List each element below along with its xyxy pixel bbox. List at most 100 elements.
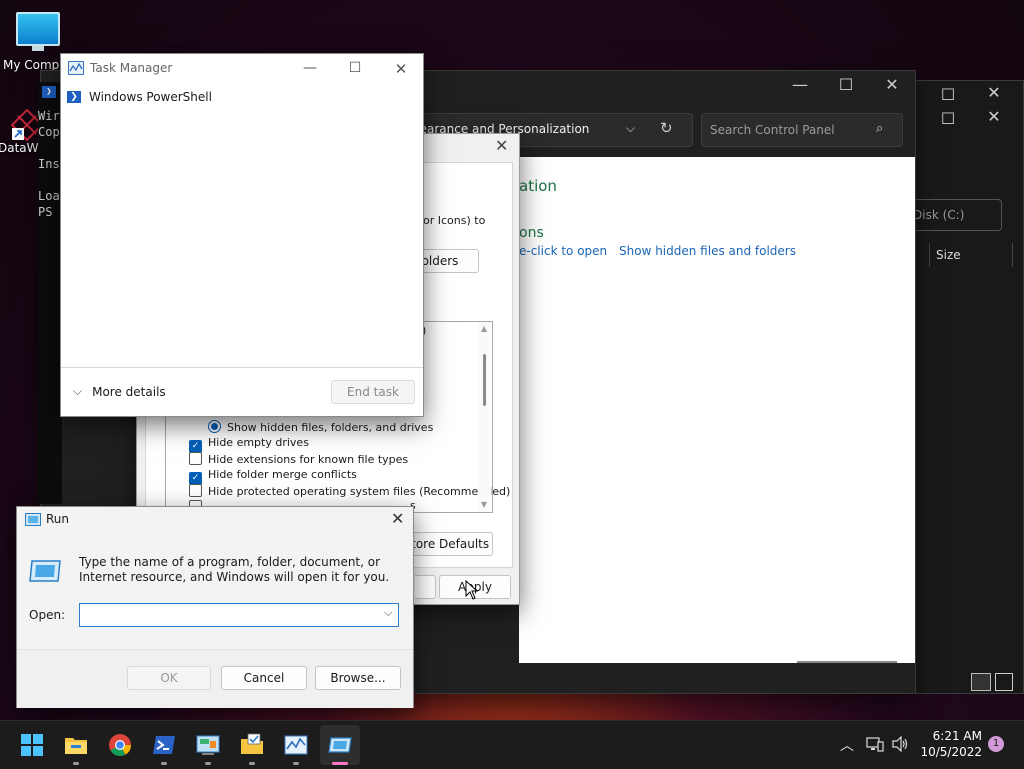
drive-label: Disk (C:) xyxy=(913,208,965,222)
end-task-label: End task xyxy=(347,385,399,399)
close-icon[interactable]: ✕ xyxy=(877,75,907,94)
window-title: Run xyxy=(46,512,70,526)
ok-button[interactable]: OK xyxy=(127,666,211,690)
cancel-button[interactable]: Cancel xyxy=(221,666,307,690)
chrome-icon[interactable] xyxy=(108,733,132,757)
close-icon[interactable]: ✕ xyxy=(979,83,1009,102)
powershell-icon: ❯ xyxy=(67,91,81,103)
folder-options-icon[interactable] xyxy=(240,733,264,757)
footer-divider xyxy=(61,367,423,368)
link-click-to-open[interactable]: e-click to open xyxy=(519,244,607,258)
scroll-up-icon[interactable]: ▲ xyxy=(481,324,487,333)
volume-icon[interactable] xyxy=(892,736,910,752)
run-description: Type the name of a program, folder, docu… xyxy=(79,555,390,584)
more-details-toggle[interactable]: ⌵ More details xyxy=(73,384,166,399)
minimize-icon[interactable]: — xyxy=(295,60,325,76)
search-control-panel-input[interactable]: Search Control Panel ⌕ xyxy=(701,113,903,147)
console-output: Wir Cop Ins Loa PS xyxy=(38,108,60,220)
option-hide-empty-drives[interactable]: ✓ Hide empty drives xyxy=(189,436,309,453)
search-placeholder: Search Control Panel xyxy=(710,123,835,137)
chevron-down-icon[interactable]: ⌵ xyxy=(626,121,635,136)
file-explorer-icon[interactable] xyxy=(64,733,88,757)
checkbox-unchecked-icon[interactable] xyxy=(189,484,202,497)
tiles-view-icon[interactable] xyxy=(995,673,1013,691)
checkbox-unchecked-icon[interactable] xyxy=(189,452,202,465)
restore-defaults-button[interactable]: store Defaults xyxy=(401,532,493,556)
console-line: Loa xyxy=(38,189,60,203)
minimize-icon[interactable]: — xyxy=(785,75,815,94)
option-label: Hide extensions for known file types xyxy=(208,453,409,466)
console-line: Ins xyxy=(38,157,60,171)
details-view-icon[interactable] xyxy=(971,673,991,691)
running-indicator xyxy=(205,762,211,765)
option-hide-extensions[interactable]: Hide extensions for known file types xyxy=(189,452,408,466)
end-task-button[interactable]: End task xyxy=(331,380,415,404)
list-scrollbar[interactable]: ▲ ▼ xyxy=(478,322,491,512)
computer-icon xyxy=(16,12,60,51)
start-windows-icon[interactable] xyxy=(20,733,44,757)
console-line: PS xyxy=(38,205,53,219)
run-taskbar-icon[interactable] xyxy=(328,733,352,757)
more-details-label: More details xyxy=(92,384,166,399)
control-panel-content: ation ons e-click to open Show hidden fi… xyxy=(519,157,915,663)
chevron-down-icon[interactable]: ⌵ xyxy=(384,606,392,620)
refresh-icon[interactable]: ↻ xyxy=(660,119,673,137)
option-hide-merge-conflicts[interactable]: ✓ Hide folder merge conflicts xyxy=(189,468,357,485)
run-dialog[interactable]: Run ✕ Type the name of a program, folder… xyxy=(16,506,414,708)
powershell-window[interactable]: ❯ Wir Cop Ins Loa PS xyxy=(38,82,62,504)
scroll-thumb[interactable] xyxy=(483,354,486,406)
cancel-button-partial[interactable] xyxy=(415,575,436,599)
restore-defaults-label: store Defaults xyxy=(404,537,490,551)
clock[interactable]: 6:21 AM 10/5/2022 xyxy=(918,728,982,760)
taskbar: ︿ 6:21 AM 10/5/2022 1 xyxy=(0,720,1024,769)
network-icon[interactable] xyxy=(866,736,884,752)
run-button-bar: OK Cancel Browse... xyxy=(17,649,413,708)
radio-selected-icon[interactable] xyxy=(208,420,221,433)
apply-to-folders-label: olders xyxy=(421,254,459,268)
task-manager-taskbar-icon[interactable] xyxy=(284,733,308,757)
section-heading: ons xyxy=(519,225,544,241)
notification-count: 1 xyxy=(992,738,1000,749)
drive-search-box[interactable]: Disk (C:) xyxy=(913,199,1002,231)
option-hide-protected-files[interactable]: Hide protected operating system files (R… xyxy=(189,484,510,498)
running-indicator xyxy=(293,762,299,765)
maximize-icon[interactable]: ☐ xyxy=(340,60,370,76)
column-header-size[interactable]: Size xyxy=(929,243,1013,267)
close-icon[interactable]: ✕ xyxy=(391,509,404,528)
link-show-hidden-files[interactable]: Show hidden files and folders xyxy=(619,244,796,258)
close-icon[interactable]: ✕ xyxy=(386,60,416,78)
maximize-icon[interactable]: ☐ xyxy=(933,109,963,128)
open-label: Open: xyxy=(29,608,66,622)
open-combobox[interactable]: ⌵ xyxy=(79,603,399,627)
clock-time: 6:21 AM xyxy=(932,729,982,743)
scrollbar[interactable] xyxy=(797,661,897,663)
notification-badge[interactable]: 1 xyxy=(988,736,1004,752)
active-indicator xyxy=(332,762,348,765)
running-indicator xyxy=(161,762,167,765)
powershell-taskbar-icon[interactable] xyxy=(152,733,176,757)
console-line: Wir xyxy=(38,109,60,123)
powershell-icon: ❯ xyxy=(42,86,56,98)
close-icon[interactable]: ✕ xyxy=(979,107,1009,126)
process-row[interactable]: ❯ Windows PowerShell xyxy=(67,90,212,104)
control-panel-icon[interactable] xyxy=(196,733,220,757)
search-icon[interactable]: ⌕ xyxy=(876,121,883,136)
ok-label: OK xyxy=(160,671,178,685)
option-label: Hide empty drives xyxy=(208,436,309,449)
close-icon[interactable]: ✕ xyxy=(495,136,508,155)
open-input[interactable] xyxy=(82,606,376,624)
run-icon xyxy=(25,513,41,526)
browse-label: Browse... xyxy=(330,671,386,685)
page-heading: ation xyxy=(519,177,557,195)
task-manager-window[interactable]: Task Manager — ☐ ✕ ❯ Windows PowerShell … xyxy=(60,53,424,417)
window-title: Task Manager xyxy=(90,61,173,75)
console-line: Cop xyxy=(38,125,60,139)
process-name: Windows PowerShell xyxy=(89,90,212,104)
browse-button[interactable]: Browse... xyxy=(315,666,401,690)
chevron-up-icon[interactable]: ︿ xyxy=(840,735,854,755)
maximize-icon[interactable]: ☐ xyxy=(933,85,963,104)
maximize-icon[interactable]: ☐ xyxy=(831,75,861,94)
explorer-window-back[interactable]: ☐ ✕ ☐ ✕ Disk (C:) Size xyxy=(913,80,1024,694)
scroll-down-icon[interactable]: ▼ xyxy=(481,500,487,509)
option-show-hidden-files[interactable]: Show hidden files, folders, and drives xyxy=(208,420,433,434)
